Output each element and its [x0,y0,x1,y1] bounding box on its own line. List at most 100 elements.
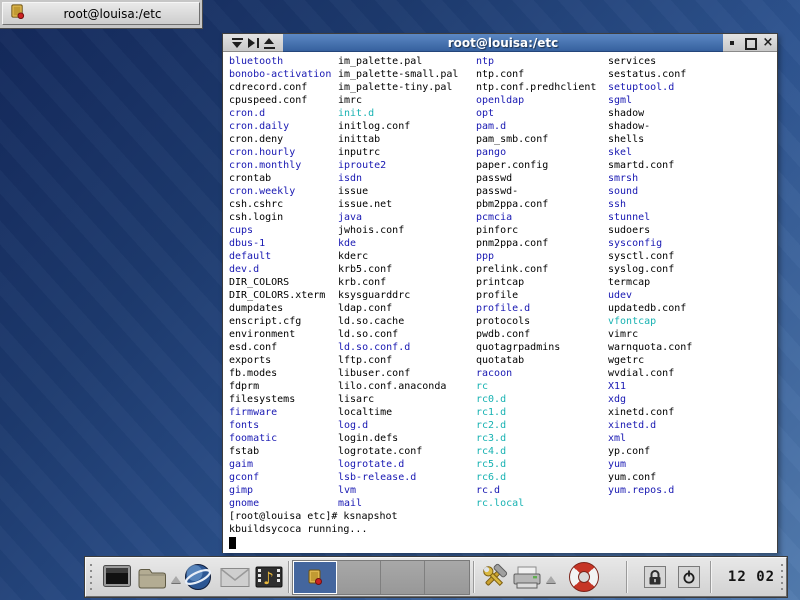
titlebar-right-buttons: × [723,34,777,52]
home-folder-launcher[interactable] [137,560,169,594]
folder-popup-arrow[interactable] [170,571,182,583]
file-entry: init.d [338,107,458,120]
file-entry: termcap [608,276,692,289]
file-entry: lisarc [338,393,458,406]
file-entry: ntp [476,55,596,68]
printer-popup-arrow[interactable] [545,571,557,583]
file-entry: ld.so.conf [338,328,458,341]
file-entry: yp.conf [608,445,692,458]
panel-grip-right[interactable] [780,562,786,592]
titlebar-left-buttons [223,34,283,52]
minimize-icon[interactable] [726,37,739,49]
window-menu-icon[interactable] [231,37,244,49]
file-entry: rc5.d [476,458,596,471]
panel-clock[interactable]: 12 02 [728,569,775,585]
file-entry: yum.repos.d [608,484,692,497]
pager-desktop-3[interactable] [381,561,425,594]
pager-desktop-2[interactable] [337,561,381,594]
terminal-column-1: bluetoothbonobo-activationcdrecord.confc… [229,55,331,510]
file-entry: initlog.conf [338,120,458,133]
file-entry: protocols [476,315,596,328]
pager-desktop-1[interactable] [293,561,337,594]
file-entry: localtime [338,406,458,419]
file-entry: wvdial.conf [608,367,692,380]
pager-desktop-4[interactable] [425,561,469,594]
file-entry: jwhois.conf [338,224,458,237]
terminal-launcher[interactable] [101,560,133,594]
file-entry: cron.hourly [229,146,331,159]
panel-separator [626,561,628,593]
file-entry: java [338,211,458,224]
file-entry: inittab [338,133,458,146]
shade-icon[interactable] [263,37,276,49]
close-icon[interactable]: × [762,37,775,49]
file-entry: krb5.conf [338,263,458,276]
file-entry: lvm [338,484,458,497]
file-entry: passwd [476,172,596,185]
file-entry: shadow [608,107,692,120]
file-entry: bonobo-activation [229,68,331,81]
file-entry: im_palette-tiny.pal [338,81,458,94]
file-entry: foomatic [229,432,331,445]
help-launcher[interactable] [569,560,601,594]
multimedia-launcher[interactable]: ♪ [254,560,286,594]
file-entry: inputrc [338,146,458,159]
panel-separator [710,561,712,593]
settings-launcher[interactable] [478,560,510,594]
file-entry: syslog.conf [608,263,692,276]
desktop-pager [292,560,470,595]
file-entry: DIR_COLORS [229,276,331,289]
window-titlebar[interactable]: root@louisa:/etc × [223,34,777,52]
file-entry: rc2.d [476,419,596,432]
file-entry: dbus-1 [229,237,331,250]
desktop[interactable]: root@louisa:/etc root@louisa:/etc × [roo… [0,0,800,600]
file-entry: pnm2ppa.conf [476,237,596,250]
file-entry: kderc [338,250,458,263]
lock-session-button[interactable] [644,566,666,588]
terminal-prompt-line: [root@louisa etc]# ksnapshot [229,510,398,523]
file-entry: fonts [229,419,331,432]
lock-icon [647,569,663,586]
panel-grip-left[interactable] [89,562,95,592]
terminal-column-2: im_palette.palim_palette-small.palim_pal… [338,55,458,510]
multimedia-icon: ♪ [254,564,284,591]
file-entry: ksysguarddrc [338,289,458,302]
printer-launcher[interactable] [511,560,543,594]
file-entry: lilo.conf.anaconda [338,380,458,393]
file-entry: ppp [476,250,596,263]
web-browser-launcher[interactable] [182,560,214,594]
maximize-icon[interactable] [744,37,757,49]
logout-button[interactable] [678,566,700,588]
taskbar-window-button[interactable]: root@louisa:/etc [2,2,200,25]
mail-launcher[interactable] [219,560,251,594]
tools-icon [479,562,509,592]
file-entry: logrotate.conf [338,445,458,458]
file-entry: shadow- [608,120,692,133]
window-title-area[interactable]: root@louisa:/etc [283,34,723,52]
folder-icon [137,565,167,590]
file-entry: rc4.d [476,445,596,458]
file-entry: cron.d [229,107,331,120]
file-entry: cron.monthly [229,159,331,172]
file-entry: filesystems [229,393,331,406]
file-entry: pwdb.conf [476,328,596,341]
file-entry: ntp.conf [476,68,596,81]
terminal-cursor [229,537,236,549]
terminal-status-line: kbuildsycoca running... [229,523,367,536]
detach-icon[interactable] [247,37,260,49]
file-entry: rc3.d [476,432,596,445]
konsole-window: root@louisa:/etc × [root@louisa etc]# ks… [222,33,778,553]
file-entry: skel [608,146,692,159]
file-entry: issue [338,185,458,198]
file-entry: ntp.conf.predhclient [476,81,596,94]
terminal-output[interactable]: [root@louisa etc]# ksnapshot kbuildsycoc… [223,52,777,553]
file-entry: xinetd.conf [608,406,692,419]
file-entry: im_palette-small.pal [338,68,458,81]
file-entry: mail [338,497,458,510]
file-entry: fstab [229,445,331,458]
file-entry: cdrecord.conf [229,81,331,94]
file-entry: isdn [338,172,458,185]
power-icon [681,569,697,585]
file-entry: rc1.d [476,406,596,419]
file-entry: openldap [476,94,596,107]
